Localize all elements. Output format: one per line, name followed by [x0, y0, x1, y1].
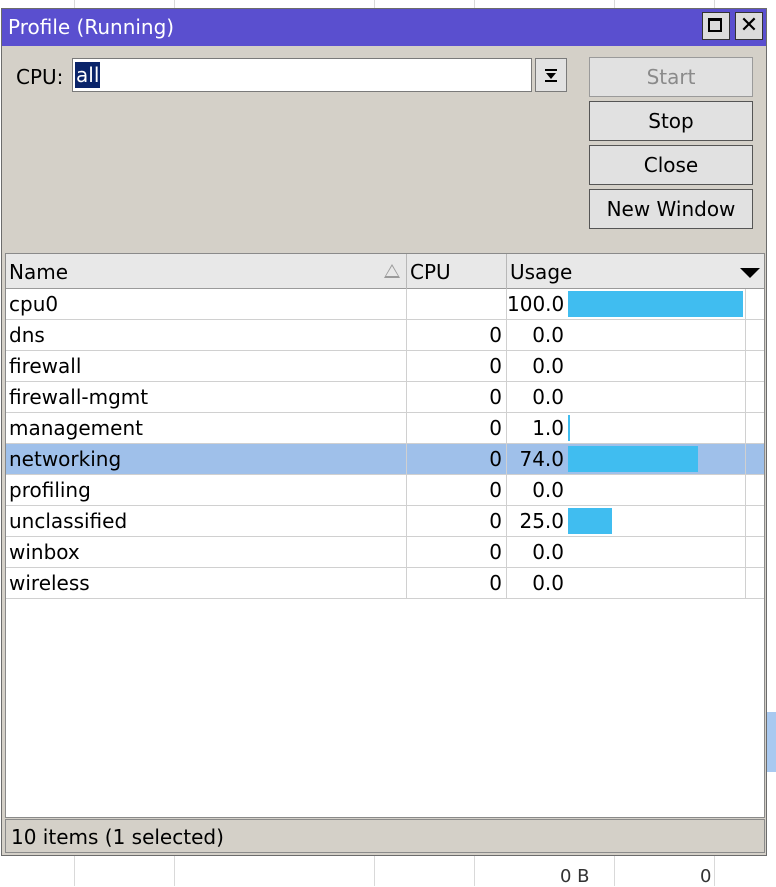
cell-usage-bar	[568, 320, 746, 350]
cell-cpu: 0	[407, 413, 507, 443]
column-header-usage[interactable]: Usage	[507, 254, 735, 289]
cell-usage-bar	[568, 382, 746, 412]
profile-window: Profile (Running) ✕ CPU: all Start Stop …	[1, 8, 767, 856]
cpu-dropdown-button[interactable]	[535, 58, 567, 92]
background-size-text: 0 B	[560, 866, 590, 887]
cell-usage-bar	[568, 413, 746, 443]
cell-cpu: 0	[407, 568, 507, 598]
table-row[interactable]: management 0 1.0	[6, 413, 764, 444]
table-row[interactable]: wireless 0 0.0	[6, 568, 764, 599]
cell-cpu: 0	[407, 351, 507, 381]
close-button[interactable]: Close	[589, 145, 753, 185]
cell-name: firewall-mgmt	[6, 382, 407, 412]
maximize-button[interactable]	[702, 12, 730, 40]
cell-usage-bar	[568, 289, 746, 319]
cell-usage: 100.0	[507, 292, 565, 316]
table-row[interactable]: firewall-mgmt 0 0.0	[6, 382, 764, 413]
cell-name: winbox	[6, 537, 407, 567]
cell-usage-bar	[568, 568, 746, 598]
cell-cpu: 0	[407, 537, 507, 567]
cell-cpu: 0	[407, 320, 507, 350]
cell-name: firewall	[6, 351, 407, 381]
table-row[interactable]: profiling 0 0.0	[6, 475, 764, 506]
maximize-icon	[708, 18, 722, 32]
background-count-text: 0	[700, 866, 712, 887]
cell-cpu: 0	[407, 382, 507, 412]
cell-name: networking	[6, 444, 407, 474]
title-bar[interactable]: Profile (Running) ✕	[2, 9, 766, 46]
new-window-button[interactable]: New Window	[589, 189, 753, 229]
cell-usage-bar	[568, 444, 746, 474]
column-header-usage-label: Usage	[510, 260, 573, 284]
cell-name: cpu0	[6, 289, 407, 319]
cell-usage: 74.0	[519, 447, 564, 471]
usage-bar	[568, 415, 570, 441]
cell-usage: 25.0	[519, 509, 564, 533]
column-header-cpu-label: CPU	[410, 260, 451, 284]
column-header-name[interactable]: Name	[6, 254, 407, 289]
background-selection	[767, 712, 776, 772]
cpu-select-value: all	[75, 62, 101, 88]
close-window-button[interactable]: ✕	[735, 12, 763, 40]
table-header: Name CPU Usage	[6, 254, 764, 289]
cell-name: dns	[6, 320, 407, 350]
column-header-name-label: Name	[9, 260, 69, 284]
status-bar: 10 items (1 selected)	[5, 819, 765, 853]
cell-name: management	[6, 413, 407, 443]
cell-usage-bar	[568, 475, 746, 505]
cell-cpu: 0	[407, 444, 507, 474]
column-header-cpu[interactable]: CPU	[407, 254, 507, 289]
cell-usage-bar	[568, 351, 746, 381]
start-button[interactable]: Start	[589, 57, 753, 97]
usage-bar	[568, 291, 743, 317]
dropdown-arrow-icon	[545, 69, 557, 82]
cpu-select-input[interactable]: all	[72, 58, 532, 92]
cell-usage-bar	[568, 506, 746, 536]
usage-bar	[568, 446, 698, 472]
table-row[interactable]: winbox 0 0.0	[6, 537, 764, 568]
table-row[interactable]: networking 0 74.0	[6, 444, 764, 475]
column-menu-button[interactable]	[735, 254, 764, 289]
cell-usage: 0.0	[532, 571, 564, 595]
cell-usage: 1.0	[532, 416, 564, 440]
cpu-label: CPU:	[16, 65, 64, 89]
status-text: 10 items (1 selected)	[11, 825, 224, 849]
cell-name: unclassified	[6, 506, 407, 536]
table-row[interactable]: dns 0 0.0	[6, 320, 764, 351]
stop-button[interactable]: Stop	[589, 101, 753, 141]
table-row[interactable]: cpu0 100.0	[6, 289, 764, 320]
cell-name: wireless	[6, 568, 407, 598]
cell-usage: 0.0	[532, 540, 564, 564]
cell-usage-bar	[568, 537, 746, 567]
table-row[interactable]: unclassified 0 25.0	[6, 506, 764, 537]
cell-cpu	[407, 289, 507, 319]
cell-cpu: 0	[407, 475, 507, 505]
cell-usage: 0.0	[532, 323, 564, 347]
cell-cpu: 0	[407, 506, 507, 536]
table-row[interactable]: firewall 0 0.0	[6, 351, 764, 382]
sort-ascending-icon	[384, 264, 400, 278]
close-icon: ✕	[739, 13, 759, 38]
window-title: Profile (Running)	[8, 15, 175, 39]
chevron-down-icon	[740, 268, 760, 278]
cell-usage: 0.0	[532, 385, 564, 409]
cell-usage: 0.0	[532, 354, 564, 378]
cell-name: profiling	[6, 475, 407, 505]
usage-bar	[568, 508, 612, 534]
profile-table: Name CPU Usage cpu0 100.0 dns 0 0.0 firewall 0…	[5, 253, 765, 818]
cell-usage: 0.0	[532, 478, 564, 502]
